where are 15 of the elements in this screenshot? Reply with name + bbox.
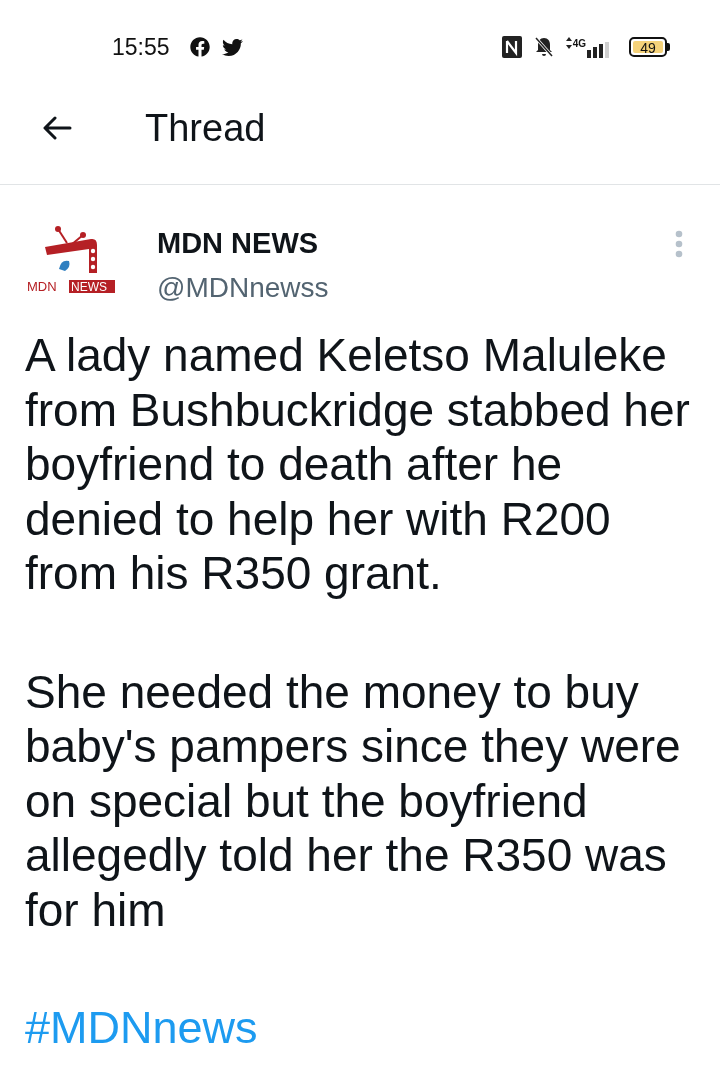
- muted-bell-icon: [533, 36, 554, 58]
- network-type: 4G: [572, 38, 586, 49]
- tweet-text: A lady named Keletso Maluleke from Bushbuckridge stabbed her boyfriend to death after he denied to help her with R200 from his R350 grant.: [25, 328, 691, 601]
- nfc-icon: [501, 36, 522, 58]
- battery-icon: 49: [629, 37, 670, 57]
- status-time: 15:55: [112, 33, 170, 61]
- author-handle[interactable]: @MDNnewss: [157, 271, 674, 305]
- facebook-icon: [189, 37, 210, 57]
- tweet-text: She needed the money to buy baby's pampers since they were on special but the boyfriend allegedly told her the R350 was for him: [25, 664, 682, 937]
- news-logo[interactable]: MDN NEWS: [25, 225, 125, 297]
- signal-icon: [587, 41, 609, 58]
- data-arrows-icon: [565, 36, 572, 49]
- author-name[interactable]: MDN NEWS: [157, 226, 674, 260]
- bird-icon: [221, 36, 243, 58]
- page-title: Thread: [145, 106, 266, 150]
